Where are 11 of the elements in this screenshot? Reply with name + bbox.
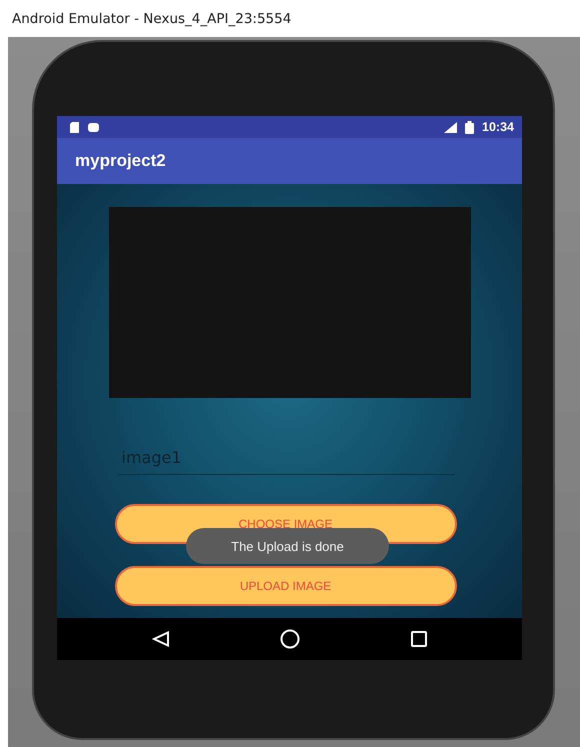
battery-icon [465, 120, 474, 134]
action-button[interactable]: UPLOAD IMAGE [114, 566, 456, 606]
input-field[interactable]: image1 [118, 441, 454, 475]
toast: The Upload is done [186, 528, 389, 564]
home-icon[interactable] [280, 629, 300, 649]
back-icon[interactable] [152, 631, 170, 647]
app-title: myproject2 [75, 151, 166, 171]
recents-icon[interactable] [410, 631, 427, 647]
clock: 10:34 [482, 120, 514, 134]
sd-card-icon [69, 122, 80, 132]
window-title: Android Emulator - Nexus_4_API_23:5554 [12, 10, 292, 26]
